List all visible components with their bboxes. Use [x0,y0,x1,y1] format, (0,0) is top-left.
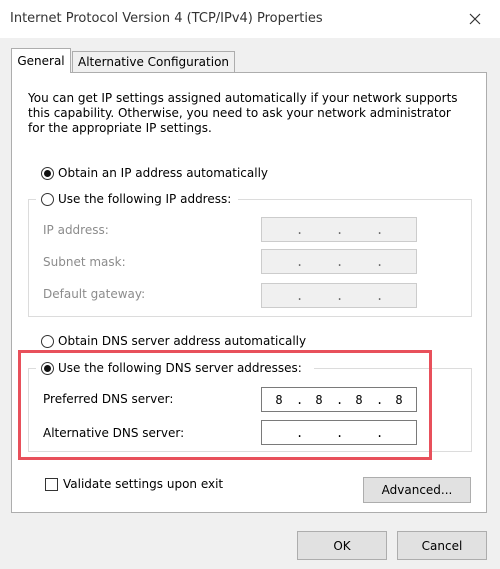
tab-general[interactable]: General [11,48,71,73]
intro-text: You can get IP settings assigned automat… [28,91,468,136]
checkbox-box [45,477,58,491]
ip-address-label: IP address: [43,223,109,237]
radio-indicator [41,361,54,375]
close-button[interactable] [458,4,492,34]
obtain-ip-auto-radio[interactable]: Obtain an IP address automatically [41,166,268,180]
use-following-dns-radio[interactable]: Use the following DNS server addresses: [41,361,302,375]
obtain-dns-auto-label: Obtain DNS server address automatically [58,334,307,348]
tab-general-label: General [17,54,65,68]
preferred-dns-field[interactable]: 8. 8. 8. 8 [261,387,417,412]
obtain-dns-auto-radio[interactable]: Obtain DNS server address automatically [41,334,306,348]
octet-separator: . [296,222,304,237]
subnet-mask-label: Subnet mask: [43,255,126,269]
use-following-dns-label: Use the following DNS server addresses: [58,361,302,375]
octet: 8 [315,392,323,407]
default-gateway-field[interactable]: . . . [261,283,417,308]
octet-separator: . [336,222,344,237]
octet-separator: . [296,288,304,303]
cancel-button[interactable]: Cancel [397,531,487,560]
octet-separator: . [376,222,384,237]
radio-indicator [41,192,54,206]
intro-line: this capability. Otherwise, you need to … [28,106,451,120]
validate-settings-checkbox[interactable]: Validate settings upon exit [45,477,223,491]
alternative-dns-label: Alternative DNS server: [43,426,185,440]
validate-settings-label: Validate settings upon exit [63,477,224,491]
octet-separator: . [296,425,304,440]
default-gateway-label: Default gateway: [43,287,146,301]
octet-separator: . [296,254,304,269]
octet: 8 [355,392,363,407]
radio-indicator [41,166,54,180]
octet-separator: . [376,288,384,303]
octet-separator: . [336,288,344,303]
tab-alternative-configuration[interactable]: Alternative Configuration [72,51,235,72]
advanced-button[interactable]: Advanced... [363,477,471,503]
ok-button[interactable]: OK [297,531,387,560]
obtain-ip-auto-label: Obtain an IP address automatically [58,166,269,180]
tab-alternative-configuration-label: Alternative Configuration [77,55,230,69]
use-following-ip-label: Use the following IP address: [58,192,232,206]
close-icon [469,13,481,25]
octet: 8 [275,392,283,407]
intro-line: for the appropriate IP settings. [28,121,212,135]
intro-line: You can get IP settings assigned automat… [28,91,458,105]
ip-address-field[interactable]: . . . [261,217,417,242]
radio-indicator [41,334,54,348]
use-following-ip-radio[interactable]: Use the following IP address: [41,192,231,206]
octet-separator: . [376,254,384,269]
alternative-dns-field[interactable]: . . . [261,420,417,445]
octet-separator: . [336,425,344,440]
preferred-dns-label: Preferred DNS server: [43,392,174,406]
octet-separator: . [336,254,344,269]
window-title: Internet Protocol Version 4 (TCP/IPv4) P… [10,11,323,26]
octet: 8 [395,392,403,407]
octet-separator: . [376,425,384,440]
subnet-mask-field[interactable]: . . . [261,249,417,274]
